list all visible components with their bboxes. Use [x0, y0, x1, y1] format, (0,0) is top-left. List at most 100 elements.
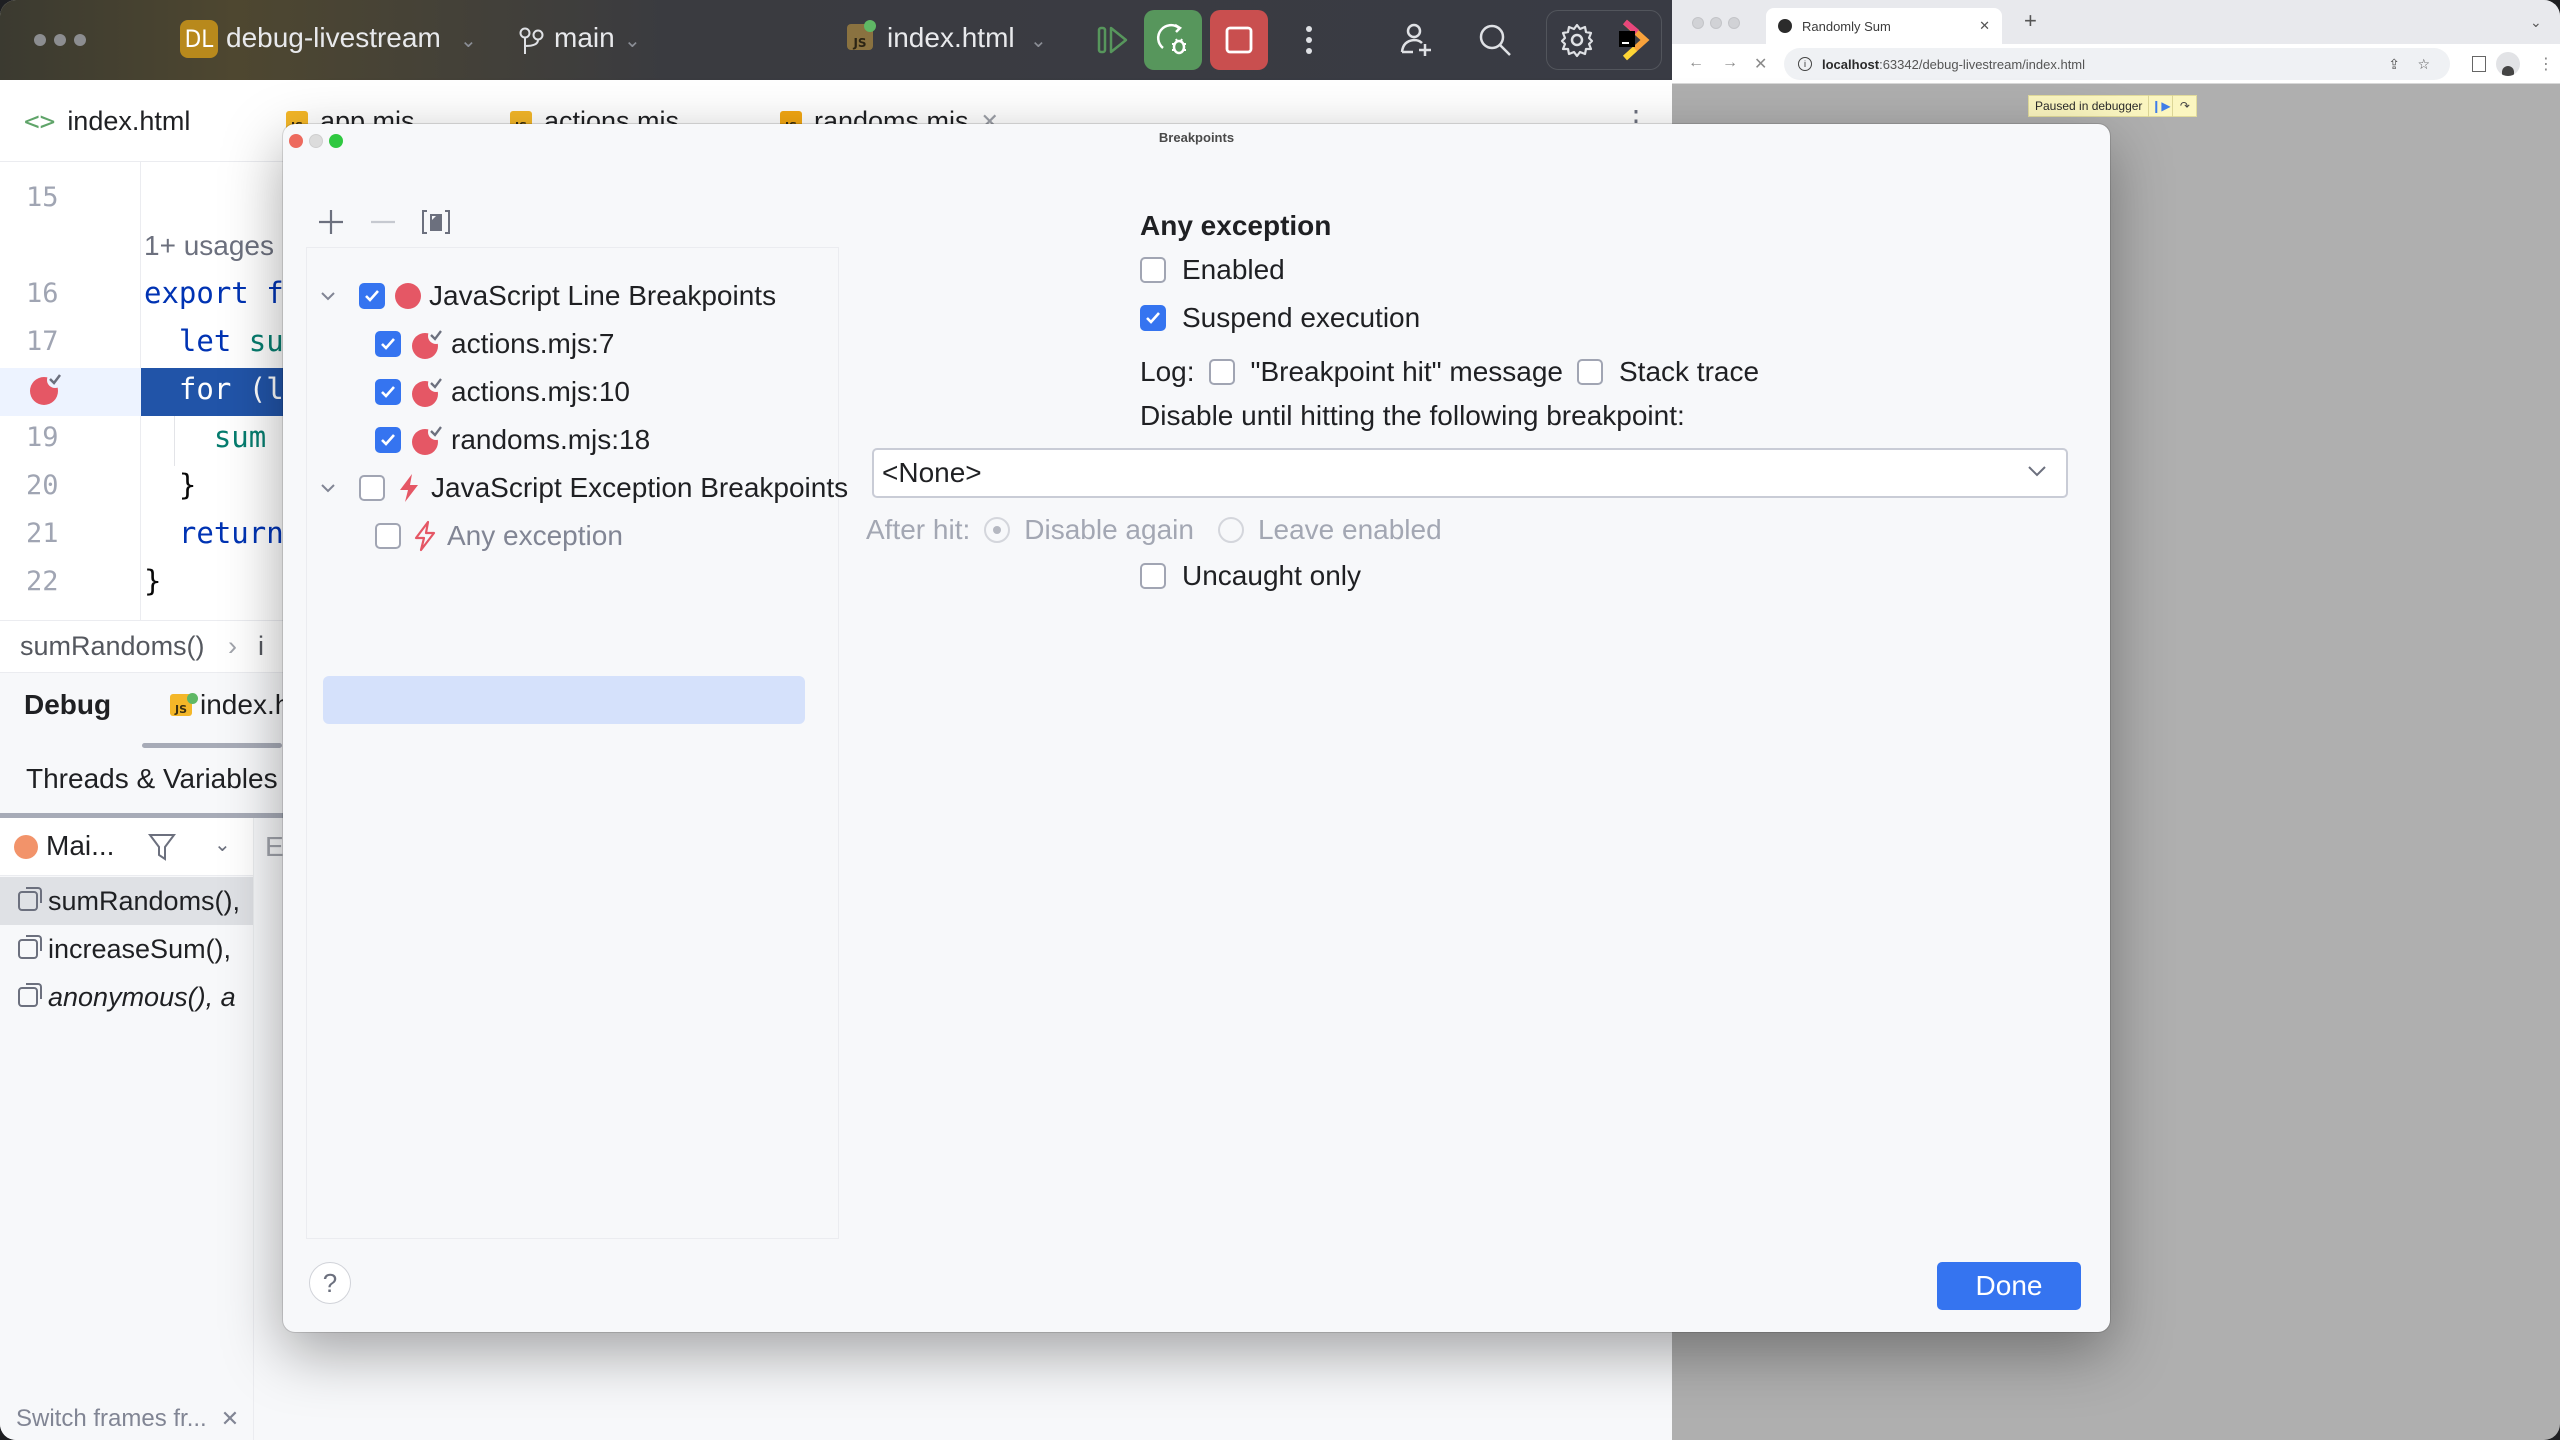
browser-toolbar: ← → ✕ i localhost:63342/debug-livestream… — [1672, 44, 2560, 84]
chevron-down-icon[interactable] — [319, 287, 337, 305]
suspend-checkbox-row[interactable]: Suspend execution — [1140, 302, 1420, 334]
hint-text: Switch frames fr... — [16, 1405, 207, 1432]
line-number: 16 — [26, 278, 59, 309]
tab-label: index.h — [200, 689, 291, 720]
line-number: 17 — [26, 326, 59, 357]
project-badge[interactable]: DL — [180, 20, 218, 58]
code-with-me-button[interactable] — [1388, 10, 1446, 70]
frame-item[interactable]: sumRandoms(), — [0, 877, 254, 925]
chevron-down-icon[interactable] — [319, 479, 337, 497]
jetbrains-toolbox-button[interactable] — [1602, 10, 1660, 70]
window-control-dot[interactable] — [54, 34, 66, 46]
disable-until-combobox[interactable]: <None> — [872, 448, 2068, 498]
breadcrumb-item[interactable]: sumRandoms() — [20, 631, 205, 662]
stop-loading-icon[interactable]: ✕ — [1754, 54, 1767, 74]
checkbox[interactable] — [375, 331, 401, 357]
sidebar-icon[interactable] — [2472, 56, 2486, 72]
code-line: } — [144, 468, 197, 502]
enabled-checkbox-row[interactable]: Enabled — [1140, 254, 1285, 286]
url-path: :63342/debug-livestream/index.html — [1879, 56, 2086, 72]
radio-disable-again[interactable] — [984, 517, 1011, 543]
browser-menu-icon[interactable]: ⋮ — [2538, 54, 2554, 74]
breakpoints-tree[interactable]: JavaScript Line Breakpoints actions.mjs:… — [306, 247, 848, 1239]
tab-list-chevron-icon[interactable]: ⌄ — [2530, 14, 2542, 31]
tree-item-any-exception[interactable]: Any exception — [375, 512, 623, 560]
thread-selector[interactable]: Mai... — [46, 830, 114, 862]
thread-selector-bar: Mai... ⌄ — [0, 818, 254, 876]
window-zoom-dot[interactable] — [1728, 17, 1740, 29]
resume-script-button[interactable]: ❙▶ — [2148, 95, 2172, 117]
step-over-button[interactable]: ↷ — [2172, 95, 2196, 117]
stop-button[interactable] — [1210, 10, 1268, 70]
filter-icon[interactable] — [148, 832, 176, 862]
checkbox[interactable] — [375, 379, 401, 405]
verified-breakpoint-icon[interactable] — [28, 372, 64, 408]
uncaught-only-checkbox[interactable] — [1140, 563, 1166, 589]
window-control-dot[interactable] — [34, 34, 46, 46]
tree-label: JavaScript Exception Breakpoints — [431, 472, 849, 503]
uncaught-only-row[interactable]: Uncaught only — [1140, 560, 1361, 592]
info-icon[interactable]: i — [1798, 57, 1812, 71]
combobox-value: <None> — [882, 457, 982, 488]
tree-item-breakpoint[interactable]: actions.mjs:10 — [375, 368, 630, 416]
line-number: 20 — [26, 470, 59, 501]
log-message-checkbox[interactable] — [1208, 359, 1235, 385]
html-icon: <> — [24, 106, 56, 137]
settings-button[interactable] — [1548, 10, 1606, 70]
new-tab-icon[interactable]: + — [2024, 8, 2037, 34]
add-icon[interactable] — [317, 208, 345, 236]
frame-item[interactable]: anonymous(), a — [0, 973, 254, 1021]
more-actions-button[interactable] — [1280, 10, 1338, 70]
resume-button[interactable] — [1084, 10, 1142, 70]
help-button[interactable]: ? — [309, 1262, 351, 1304]
radio-label: Leave enabled — [1257, 514, 1442, 545]
frame-icon — [18, 887, 42, 911]
remove-icon[interactable] — [369, 208, 397, 236]
thread-status-icon — [14, 835, 38, 859]
breadcrumb-item[interactable]: i — [258, 631, 264, 662]
close-icon[interactable]: ✕ — [221, 1406, 239, 1432]
frame-item[interactable]: increaseSum(), — [0, 925, 254, 973]
group-icon[interactable] — [421, 208, 451, 236]
share-icon[interactable]: ⇪ — [2388, 56, 2400, 73]
radio-leave-enabled[interactable] — [1217, 517, 1244, 543]
switch-frames-hint: Switch frames fr... ✕ — [16, 1405, 239, 1433]
checkbox[interactable] — [375, 427, 401, 453]
checkbox[interactable] — [359, 283, 385, 309]
address-bar[interactable]: i localhost:63342/debug-livestream/index… — [1784, 48, 2450, 80]
checkbox[interactable] — [359, 475, 385, 501]
close-tab-icon[interactable]: ✕ — [1979, 18, 1990, 34]
evaluate-hint[interactable]: E — [265, 831, 284, 863]
details-heading: Any exception — [1140, 210, 1332, 241]
tree-item-breakpoint[interactable]: randoms.mjs:18 — [375, 416, 650, 464]
branch-selector[interactable]: main — [554, 22, 615, 54]
frame-icon — [18, 983, 42, 1007]
window-minimize-dot[interactable] — [1710, 17, 1722, 29]
enabled-checkbox[interactable] — [1140, 257, 1166, 283]
window-control-dot[interactable] — [74, 34, 86, 46]
done-button[interactable]: Done — [1937, 1262, 2081, 1310]
settings-icon — [1560, 23, 1594, 58]
window-close-dot[interactable] — [1692, 17, 1704, 29]
run-config-selector[interactable]: index.html — [887, 22, 1015, 54]
rerun-debug-button[interactable] — [1144, 10, 1202, 70]
verified-breakpoint-icon — [412, 424, 444, 455]
tree-group-line-breakpoints[interactable]: JavaScript Line Breakpoints — [319, 272, 776, 320]
tab-threads-variables[interactable]: Threads & Variables — [26, 763, 278, 795]
project-selector[interactable]: debug-livestream — [226, 22, 441, 54]
log-stack-trace-checkbox[interactable] — [1576, 359, 1603, 385]
chevron-down-icon[interactable]: ⌄ — [214, 832, 231, 857]
search-button[interactable] — [1466, 10, 1524, 70]
browser-tab[interactable]: Randomly Sum ✕ — [1766, 8, 2002, 44]
after-hit-label: After hit: — [866, 514, 971, 545]
profile-avatar[interactable] — [2496, 52, 2520, 76]
back-icon[interactable]: ← — [1688, 54, 1704, 72]
checkbox[interactable] — [375, 523, 401, 549]
tab-index-html[interactable]: <> index.html — [24, 106, 190, 137]
tree-group-exception-breakpoints[interactable]: JavaScript Exception Breakpoints — [319, 464, 848, 512]
suspend-execution-checkbox[interactable] — [1140, 305, 1166, 331]
forward-icon[interactable]: → — [1722, 54, 1738, 72]
bookmark-star-icon[interactable]: ☆ — [2417, 56, 2430, 73]
tree-item-breakpoint[interactable]: actions.mjs:7 — [375, 320, 614, 368]
usages-hint[interactable]: 1+ usages — [144, 230, 274, 262]
